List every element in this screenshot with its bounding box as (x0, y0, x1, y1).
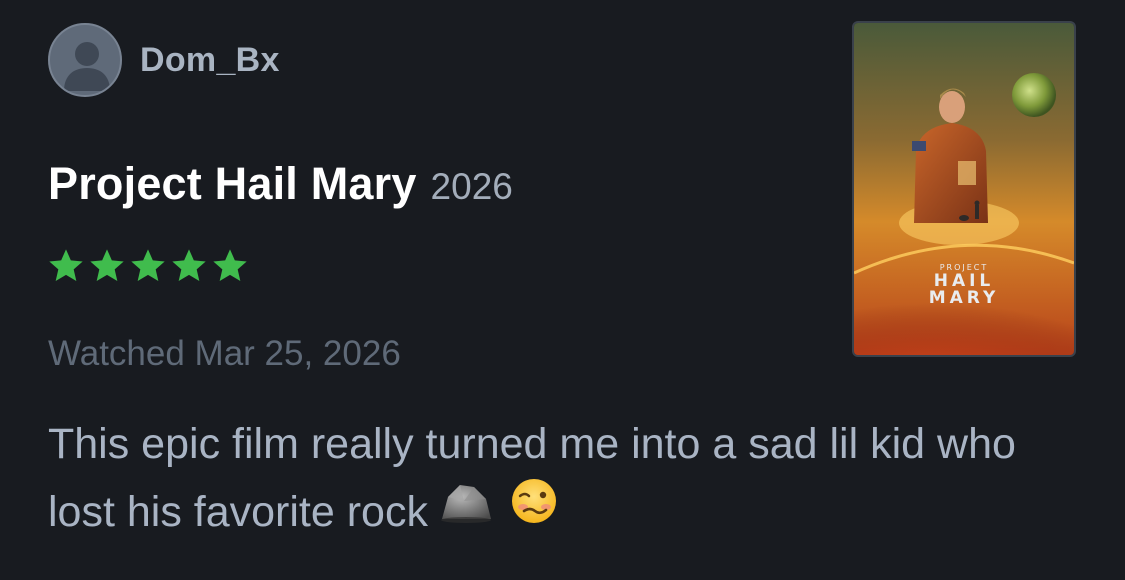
woozy-face-emoji-icon (510, 477, 558, 545)
rock-emoji-icon (438, 477, 494, 545)
poster-title: PROJECT HAIL MARY (854, 263, 1074, 307)
username[interactable]: Dom_Bx (140, 41, 280, 80)
avatar[interactable] (48, 23, 122, 97)
review-text: This epic film really turned me into a s… (48, 410, 1088, 549)
film-poster[interactable]: PROJECT HAIL MARY (852, 21, 1076, 357)
star-icon (213, 249, 247, 281)
film-title[interactable]: Project Hail Mary (48, 158, 417, 210)
star-icon (90, 249, 124, 281)
review-card: Dom_Bx Project Hail Mary 2026 Watched Ma… (0, 0, 1125, 580)
person-silhouette-icon (64, 42, 110, 91)
poster-line2: MARY (928, 288, 1000, 308)
watched-date: Watched Mar 25, 2026 (48, 334, 401, 373)
star-icon (131, 249, 165, 281)
star-icon (172, 249, 206, 281)
film-title-row[interactable]: Project Hail Mary 2026 (48, 158, 513, 210)
star-icon (49, 249, 83, 281)
star-rating (46, 246, 251, 286)
film-year[interactable]: 2026 (431, 166, 513, 208)
reviewer-row[interactable]: Dom_Bx (48, 23, 280, 97)
